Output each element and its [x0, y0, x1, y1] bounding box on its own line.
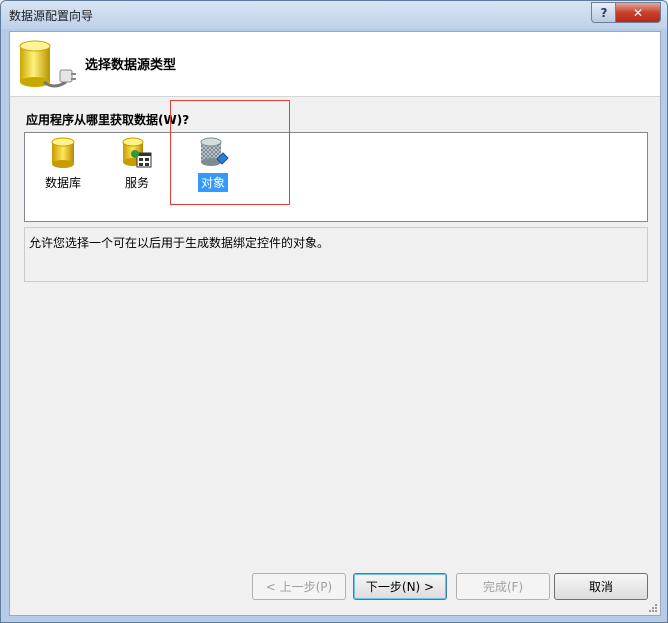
resize-grip-icon[interactable] [648, 603, 658, 613]
database-icon [51, 137, 75, 168]
database-plug-icon [19, 40, 76, 88]
type-item-object[interactable]: 对象 [183, 137, 243, 192]
service-icon [122, 137, 152, 168]
window-title: 数据源配置向导 [9, 9, 94, 23]
type-label-database: 数据库 [44, 176, 81, 190]
data-source-question: 应用程序从哪里获取数据(W)? [26, 113, 190, 127]
close-button[interactable]: ✕ [615, 2, 661, 23]
description-panel: 允许您选择一个可在以后用于生成数据绑定控件的对象。 [24, 227, 648, 282]
type-item-database[interactable]: 数据库 [33, 137, 93, 191]
description-text: 允许您选择一个可在以后用于生成数据绑定控件的对象。 [29, 236, 330, 250]
data-source-type-list: 数据库 服务 对象 [24, 132, 648, 222]
finish-button[interactable]: 完成(F) [456, 573, 550, 600]
wizard-client-area: 选择数据源类型 应用程序从哪里获取数据(W)? 数据库 服务 对象 允许您选择一… [9, 31, 661, 616]
previous-button[interactable]: < 上一步(P) [252, 573, 346, 600]
object-icon [200, 137, 229, 166]
wizard-window: 数据源配置向导 ? ✕ 选择数据源类型 应用程序从哪里获取数据(W)? 数据库 … [0, 0, 668, 623]
type-label-service: 服务 [124, 176, 149, 190]
cancel-button[interactable]: 取消 [554, 573, 648, 600]
title-bar[interactable]: 数据源配置向导 ? ✕ [1, 1, 667, 29]
type-label-object: 对象 [197, 173, 228, 192]
type-item-service[interactable]: 服务 [107, 137, 167, 191]
help-button[interactable]: ? [591, 2, 617, 23]
next-button[interactable]: 下一步(N) > [353, 573, 447, 600]
banner-title: 选择数据源类型 [85, 58, 177, 73]
wizard-banner: 选择数据源类型 [10, 32, 660, 97]
